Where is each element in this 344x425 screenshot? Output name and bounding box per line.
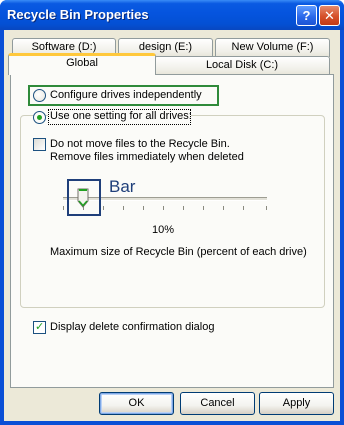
ok-button-label: OK bbox=[128, 397, 145, 409]
tab-local-disk-c[interactable]: Local Disk (C:) bbox=[154, 56, 330, 75]
use-one-setting-radio[interactable] bbox=[33, 111, 46, 124]
apply-button[interactable]: Apply bbox=[259, 392, 334, 415]
checkmark-icon: ✓ bbox=[35, 321, 45, 333]
radio-selected-dot bbox=[37, 115, 42, 120]
tab-label: New Volume (F:) bbox=[231, 41, 314, 53]
help-button[interactable]: ? bbox=[296, 5, 317, 26]
do-not-move-label-line1[interactable]: Do not move files to the Recycle Bin. bbox=[50, 138, 230, 150]
global-tab-panel: Configure drives independently Use one s… bbox=[10, 74, 334, 388]
do-not-move-label-line2[interactable]: Remove files immediately when deleted bbox=[50, 151, 244, 163]
close-button[interactable]: ✕ bbox=[319, 5, 340, 26]
cancel-button-label: Cancel bbox=[200, 397, 235, 409]
apply-button-label: Apply bbox=[282, 397, 311, 409]
help-icon: ? bbox=[302, 8, 311, 23]
tab-label: Software (D:) bbox=[31, 41, 97, 53]
close-icon: ✕ bbox=[324, 8, 335, 23]
do-not-move-checkbox[interactable] bbox=[33, 138, 46, 151]
annotation-label: Bar bbox=[109, 177, 136, 196]
tab-new-volume-f[interactable]: New Volume (F:) bbox=[215, 38, 330, 57]
tab-global[interactable]: Global bbox=[8, 53, 156, 75]
recycle-bin-properties-window: Recycle Bin Properties ? ✕ Software (D:)… bbox=[0, 0, 344, 425]
slider-value-text: 10% bbox=[152, 224, 175, 236]
use-one-setting-label[interactable]: Use one setting for all drives: bbox=[50, 110, 192, 122]
slider-caption: Maximum size of Recycle Bin (percent of … bbox=[50, 246, 307, 258]
tab-label: Global bbox=[66, 57, 98, 69]
tab-label: Local Disk (C:) bbox=[205, 59, 279, 71]
dialog-body: Software (D:) design (E:) New Volume (F:… bbox=[4, 30, 340, 421]
slider-thumb[interactable] bbox=[77, 188, 89, 208]
ok-button[interactable]: OK bbox=[99, 392, 174, 415]
cancel-button[interactable]: Cancel bbox=[180, 392, 255, 415]
configure-independently-label[interactable]: Configure drives independently bbox=[50, 89, 202, 101]
configure-independently-radio[interactable] bbox=[33, 89, 46, 102]
window-title: Recycle Bin Properties bbox=[7, 7, 149, 22]
title-bar[interactable]: Recycle Bin Properties ? ✕ bbox=[0, 0, 344, 30]
tab-label: design (E:) bbox=[138, 41, 193, 53]
display-confirmation-label[interactable]: Display delete confirmation dialog bbox=[50, 321, 214, 333]
display-confirmation-checkbox[interactable]: ✓ bbox=[33, 321, 46, 334]
